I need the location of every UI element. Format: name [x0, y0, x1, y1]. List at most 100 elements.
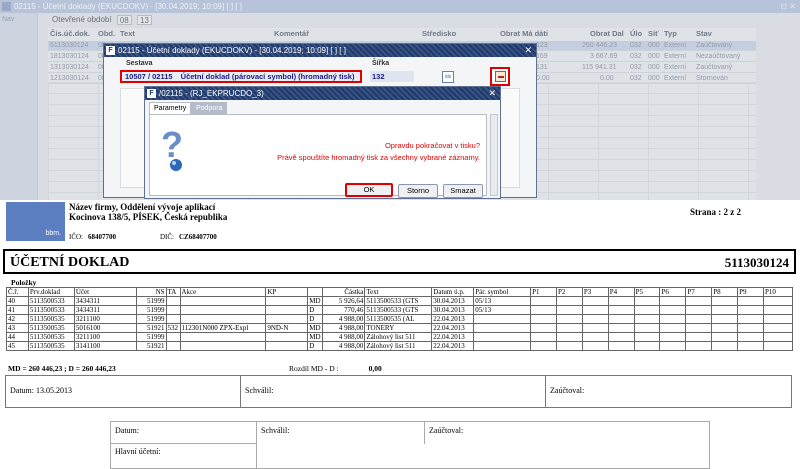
table-cell — [659, 305, 687, 315]
table-cell — [685, 341, 713, 351]
table-cell — [607, 332, 635, 342]
table-cell — [659, 332, 687, 342]
col-header-obd[interactable]: Obd. — [98, 28, 115, 40]
cell-dal: 260 446.23 — [582, 42, 618, 49]
cell-cislo: 5113030124 — [50, 42, 89, 49]
table-cell — [659, 323, 687, 333]
table-cell — [607, 323, 635, 333]
period-value-1[interactable]: 08 — [116, 14, 132, 25]
table-cell — [265, 332, 309, 342]
close-icon[interactable]: ✕ — [488, 87, 496, 100]
table-cell — [179, 296, 267, 306]
report-selection-row[interactable]: 10507 / 02115 Účetní doklad (párovací sy… — [120, 70, 362, 83]
table-cell — [165, 341, 181, 351]
logo-text: bbm. — [45, 230, 61, 237]
cell-ulo: 032 — [630, 53, 642, 60]
col-header-cislo[interactable]: Čís.úč.dok. — [50, 28, 90, 40]
col-header-typ[interactable]: Typ — [664, 28, 677, 40]
cell-typ: Externí — [664, 64, 687, 71]
signature-box-2: Datum: Schválil: Zaúčtoval: Hlavní účetn… — [110, 421, 710, 469]
table-cell — [555, 341, 583, 351]
col-header-sit[interactable]: Síť — [648, 28, 659, 40]
cell-typ: Externí — [664, 42, 687, 49]
table-cell: MD — [307, 296, 323, 306]
cell-cislo: 1313030124 — [50, 64, 89, 71]
table-cell — [659, 296, 687, 306]
table-cell: 5113500535 — [27, 323, 75, 333]
excel-export-icon[interactable]: xls — [442, 71, 454, 83]
app-logo-icon: F — [106, 46, 115, 55]
print-button[interactable] — [490, 67, 510, 86]
report-code: 10507 / 02115 — [125, 72, 173, 81]
col-header-text[interactable]: Text — [120, 28, 135, 40]
table-cell: 5113500533 — [27, 296, 75, 306]
dialog2-title-bar[interactable]: F /02115 - (RJ_EKPRUCDO_3) ✕ — [145, 87, 500, 100]
col-p4: P4 — [607, 287, 635, 297]
items-heading: Položky — [11, 278, 37, 287]
table-cell — [555, 305, 583, 315]
document-title: ÚČETNÍ DOKLAD — [10, 255, 130, 270]
company-address: Kocinova 138/5, PÍSEK, Česká republika — [69, 212, 228, 222]
table-cell — [265, 305, 309, 315]
report-name: Účetní doklad (párovací symbol) (hromadn… — [180, 72, 355, 81]
table-cell: 51999 — [135, 305, 167, 315]
table-cell — [711, 305, 739, 315]
table-cell: TONERY — [364, 323, 433, 333]
table-cell: 5 926,64 — [321, 296, 366, 306]
col-header-komentar[interactable]: Komentář — [274, 28, 309, 40]
table-cell: MD — [307, 332, 323, 342]
col-header-obrat-md[interactable]: Obrat Má dáti — [500, 28, 548, 40]
table-cell: D — [307, 314, 323, 324]
print-icon — [495, 71, 506, 82]
window-controls[interactable]: ⊡ ✕ — [780, 0, 796, 13]
cell-md: 169 — [536, 53, 548, 60]
col-cr: Č.ř. — [6, 287, 29, 297]
period-value-2[interactable]: 13 — [136, 14, 152, 25]
col-p2: P2 — [555, 287, 583, 297]
table-cell — [473, 341, 532, 351]
col-header-obrat-dal[interactable]: Obrat Dal — [590, 28, 624, 40]
navigator-panel[interactable]: Nav — [0, 13, 38, 200]
dialog1-title-bar[interactable]: F 02115 - Účetní doklady (EKUCDOKV) - [3… — [104, 44, 536, 57]
table-cell — [737, 323, 764, 333]
col-header-ulo[interactable]: Úlo — [630, 28, 642, 40]
col-p5: P5 — [633, 287, 661, 297]
cell-ulo: 032 — [630, 64, 642, 71]
nav-label[interactable]: Nav — [2, 16, 14, 23]
table-cell — [685, 323, 713, 333]
table-cell: 5113500533 (GTS — [364, 296, 433, 306]
col-p6: P6 — [659, 287, 687, 297]
table-cell: 4 988,00 — [321, 341, 366, 351]
sirka-label: Šířka — [372, 60, 390, 67]
table-cell — [165, 305, 181, 315]
table-cell — [581, 305, 609, 315]
table-cell: 5016100 — [73, 323, 137, 333]
table-cell — [737, 332, 764, 342]
table-cell — [685, 296, 713, 306]
col-header-stredisko[interactable]: Středisko — [422, 28, 456, 40]
delete-button[interactable]: Smazat — [443, 184, 483, 198]
cell-dal: 115 941.31 — [582, 64, 617, 71]
table-cell — [607, 341, 635, 351]
table-cell — [555, 323, 583, 333]
table-cell: 51921 — [135, 341, 167, 351]
col-header-stav[interactable]: Stav — [696, 28, 712, 40]
tab-parametry[interactable]: Parametry — [149, 102, 192, 114]
cancel-button[interactable]: Storno — [398, 184, 438, 198]
tab-podpora[interactable]: Podpora — [191, 102, 228, 114]
dic-label: DIČ: — [160, 233, 174, 241]
table-cell — [530, 314, 557, 324]
app-title-bar: 02115 - Účetní doklady (EKUCDOKV) - [30.… — [0, 0, 800, 13]
signature2-approved: Schválil: — [257, 422, 425, 444]
vertical-scrollbar[interactable] — [490, 114, 498, 196]
table-cell: 9ND-N — [265, 323, 309, 333]
ok-button[interactable]: OK — [345, 183, 393, 197]
table-cell: 30.04.2013 — [431, 305, 475, 315]
close-icon[interactable]: ✕ — [524, 44, 532, 57]
difference-label: Rozdíl MD - D : — [289, 364, 339, 373]
cell-sit: 000 — [648, 42, 660, 49]
table-cell: 44 — [6, 332, 29, 342]
table-cell — [165, 296, 181, 306]
cell-sit: 000 — [648, 53, 660, 60]
table-cell — [530, 296, 557, 306]
